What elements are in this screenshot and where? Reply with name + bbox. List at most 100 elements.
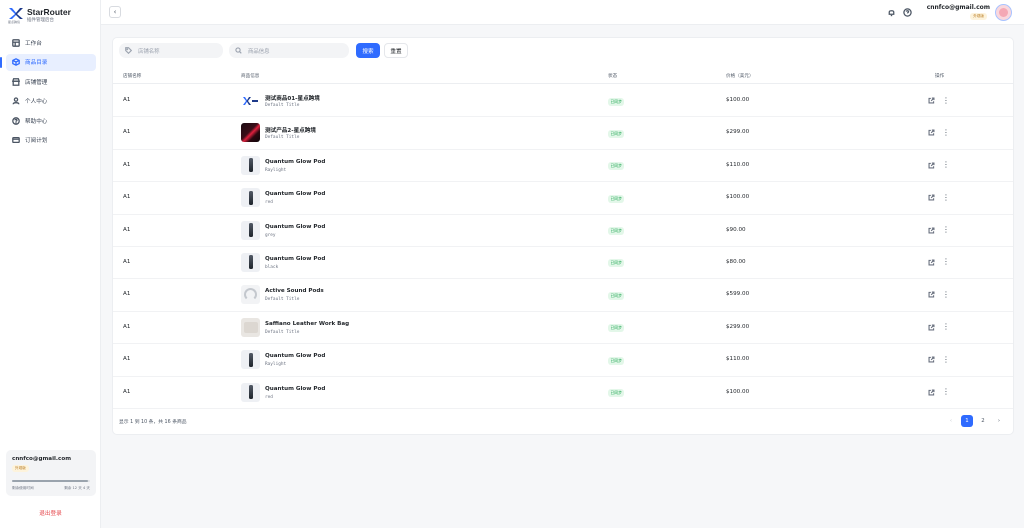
product-name: Active Sound Pods: [265, 288, 324, 295]
brand[interactable]: 星点跨境 StarRouter 插件管理后台: [8, 6, 98, 24]
table-row[interactable]: A1 Quantum Glow Pod black 已同步 $80.00 ⋮: [113, 247, 1013, 280]
price-cell: $100.00: [726, 388, 750, 395]
product-variant: Raylight: [265, 167, 287, 173]
product-thumbnail: [241, 123, 260, 143]
bottle-image: [248, 352, 253, 367]
price-cell: $299.00: [726, 129, 750, 136]
product-thumbnail: [241, 220, 260, 240]
header-product: 商品信息: [241, 74, 260, 79]
table-row[interactable]: A1 Quantum Glow Pod grey 已同步 $90.00 ⋮: [113, 215, 1013, 247]
sidebar-item-subscription[interactable]: 订阅计划: [6, 132, 96, 149]
table-row[interactable]: A1 Quantum Glow Pod Raylight 已同步 $110.00 ⋮: [113, 344, 1013, 377]
table-row[interactable]: A1 测试商品01-星点跨境 Default Title 已同步 $100.00 ⋮: [113, 85, 1013, 118]
product-thumbnail: [241, 155, 260, 175]
more-vertical-icon[interactable]: ⋮: [942, 161, 950, 170]
product-thumbnail: [241, 382, 260, 402]
sidebar-item-store-management[interactable]: 店铺管理: [6, 73, 96, 90]
store-cell: A1: [123, 129, 131, 136]
status-badge: 已同步: [608, 129, 625, 138]
external-link-icon[interactable]: [928, 194, 935, 201]
logout-button[interactable]: 退出登录: [0, 509, 101, 517]
search-button[interactable]: 搜索: [356, 43, 380, 58]
store-name-input[interactable]: 店铺名称: [119, 43, 223, 58]
sidebar-item-label: 商品目录: [25, 60, 48, 67]
avatar[interactable]: [995, 4, 1012, 21]
table-row[interactable]: A1 Quantum Glow Pod red 已同步 $100.00 ⋮: [113, 182, 1013, 215]
external-link-icon[interactable]: [928, 129, 935, 136]
reset-button[interactable]: 重置: [384, 43, 408, 58]
more-vertical-icon[interactable]: ⋮: [942, 226, 950, 235]
table-row[interactable]: A1 测试产品2-星点跨境 Default Title 已同步 $299.00 ⋮: [113, 117, 1013, 150]
sidebar-item-dashboard[interactable]: 工作台: [6, 34, 96, 51]
bottle-image: [248, 255, 253, 270]
product-variant: black: [265, 264, 279, 270]
more-vertical-icon[interactable]: ⋮: [942, 323, 950, 332]
page-1-button[interactable]: 1: [961, 415, 973, 427]
store-cell: A1: [123, 323, 131, 330]
sidebar-item-label: 个人中心: [25, 99, 48, 106]
more-vertical-icon[interactable]: ⋮: [942, 128, 950, 137]
product-variant: Default Title: [265, 297, 300, 303]
page-2-button[interactable]: 2: [977, 415, 989, 427]
sidebar-item-label: 工作台: [25, 40, 42, 47]
header-price: 价格（美元）: [726, 74, 754, 79]
more-vertical-icon[interactable]: ⋮: [942, 96, 950, 105]
brand-subtitle: 插件管理后台: [27, 18, 54, 23]
product-info-input[interactable]: 商品信息: [229, 43, 349, 58]
external-link-icon[interactable]: [928, 97, 935, 104]
product-thumbnail: [241, 91, 260, 110]
bottle-image: [248, 158, 253, 173]
active-indicator: [0, 56, 2, 68]
plan-badge: 外观版: [12, 465, 29, 472]
table-row[interactable]: A1 Quantum Glow Pod red 已同步 $100.00 ⋮: [113, 377, 1013, 409]
external-link-icon[interactable]: [928, 356, 935, 363]
external-link-icon[interactable]: [928, 227, 935, 234]
external-link-icon[interactable]: [928, 162, 935, 169]
sidebar-item-profile[interactable]: 个人中心: [6, 93, 96, 110]
search-icon: [235, 47, 242, 54]
user-email: cnnfco@gmail.com: [12, 456, 72, 462]
more-vertical-icon[interactable]: ⋮: [942, 388, 950, 397]
table-row[interactable]: A1 Saffiano Leather Work Bag Default Title…: [113, 312, 1013, 345]
external-link-icon[interactable]: [928, 324, 935, 331]
product-name: Quantum Glow Pod: [265, 191, 326, 198]
help-icon: [12, 117, 20, 125]
store-name-placeholder: 店铺名称: [138, 48, 160, 55]
external-link-icon[interactable]: [928, 259, 935, 266]
more-vertical-icon[interactable]: ⋮: [942, 258, 950, 267]
price-cell: $599.00: [726, 291, 750, 298]
table-row[interactable]: A1 Active Sound Pods Default Title 已同步 $599.…: [113, 279, 1013, 312]
product-thumbnail: [241, 252, 260, 272]
product-name: Quantum Glow Pod: [265, 385, 326, 392]
more-vertical-icon[interactable]: ⋮: [942, 355, 950, 364]
bell-icon[interactable]: [887, 8, 896, 17]
product-variant: grey: [265, 232, 276, 238]
store-cell: A1: [123, 161, 131, 168]
price-cell: $110.00: [726, 161, 750, 168]
table-header: 店铺名称 商品信息 状态 价格（美元） 操作: [113, 68, 1013, 84]
product-name: 测试商品01-星点跨境: [265, 96, 320, 102]
more-vertical-icon[interactable]: ⋮: [942, 290, 950, 299]
pagination: ‹ 1 2 ›: [945, 415, 1005, 427]
store-cell: A1: [123, 194, 131, 201]
external-link-icon[interactable]: [928, 389, 935, 396]
table-body: A1 测试商品01-星点跨境 Default Title 已同步 $100.00 ⋮ A1 测…: [113, 85, 1013, 409]
header-store: 店铺名称: [123, 74, 142, 79]
help-circle-icon[interactable]: [903, 8, 912, 17]
tag-icon: [125, 47, 132, 54]
product-variant: Default Title: [265, 135, 300, 141]
sidebar-item-help[interactable]: 帮助中心: [6, 112, 96, 129]
prev-page-button[interactable]: ‹: [945, 415, 957, 427]
store-cell: A1: [123, 226, 131, 233]
table-row[interactable]: A1 Quantum Glow Pod Raylight 已同步 $110.00 ⋮: [113, 150, 1013, 183]
user-card: cnnfco@gmail.com 外观版 剩余使用时间 剩余 12 天 4 天: [6, 450, 96, 496]
logo-caption: 星点跨境: [8, 20, 21, 24]
account-plan-badge: 外观版: [970, 13, 987, 20]
bag-image: [243, 321, 258, 333]
collapse-sidebar-button[interactable]: ‹: [109, 6, 121, 18]
status-badge: 已同步: [608, 162, 625, 171]
external-link-icon[interactable]: [928, 291, 935, 298]
next-page-button[interactable]: ›: [993, 415, 1005, 427]
sidebar-item-product-catalog[interactable]: 商品目录: [0, 53, 96, 71]
more-vertical-icon[interactable]: ⋮: [942, 193, 950, 202]
